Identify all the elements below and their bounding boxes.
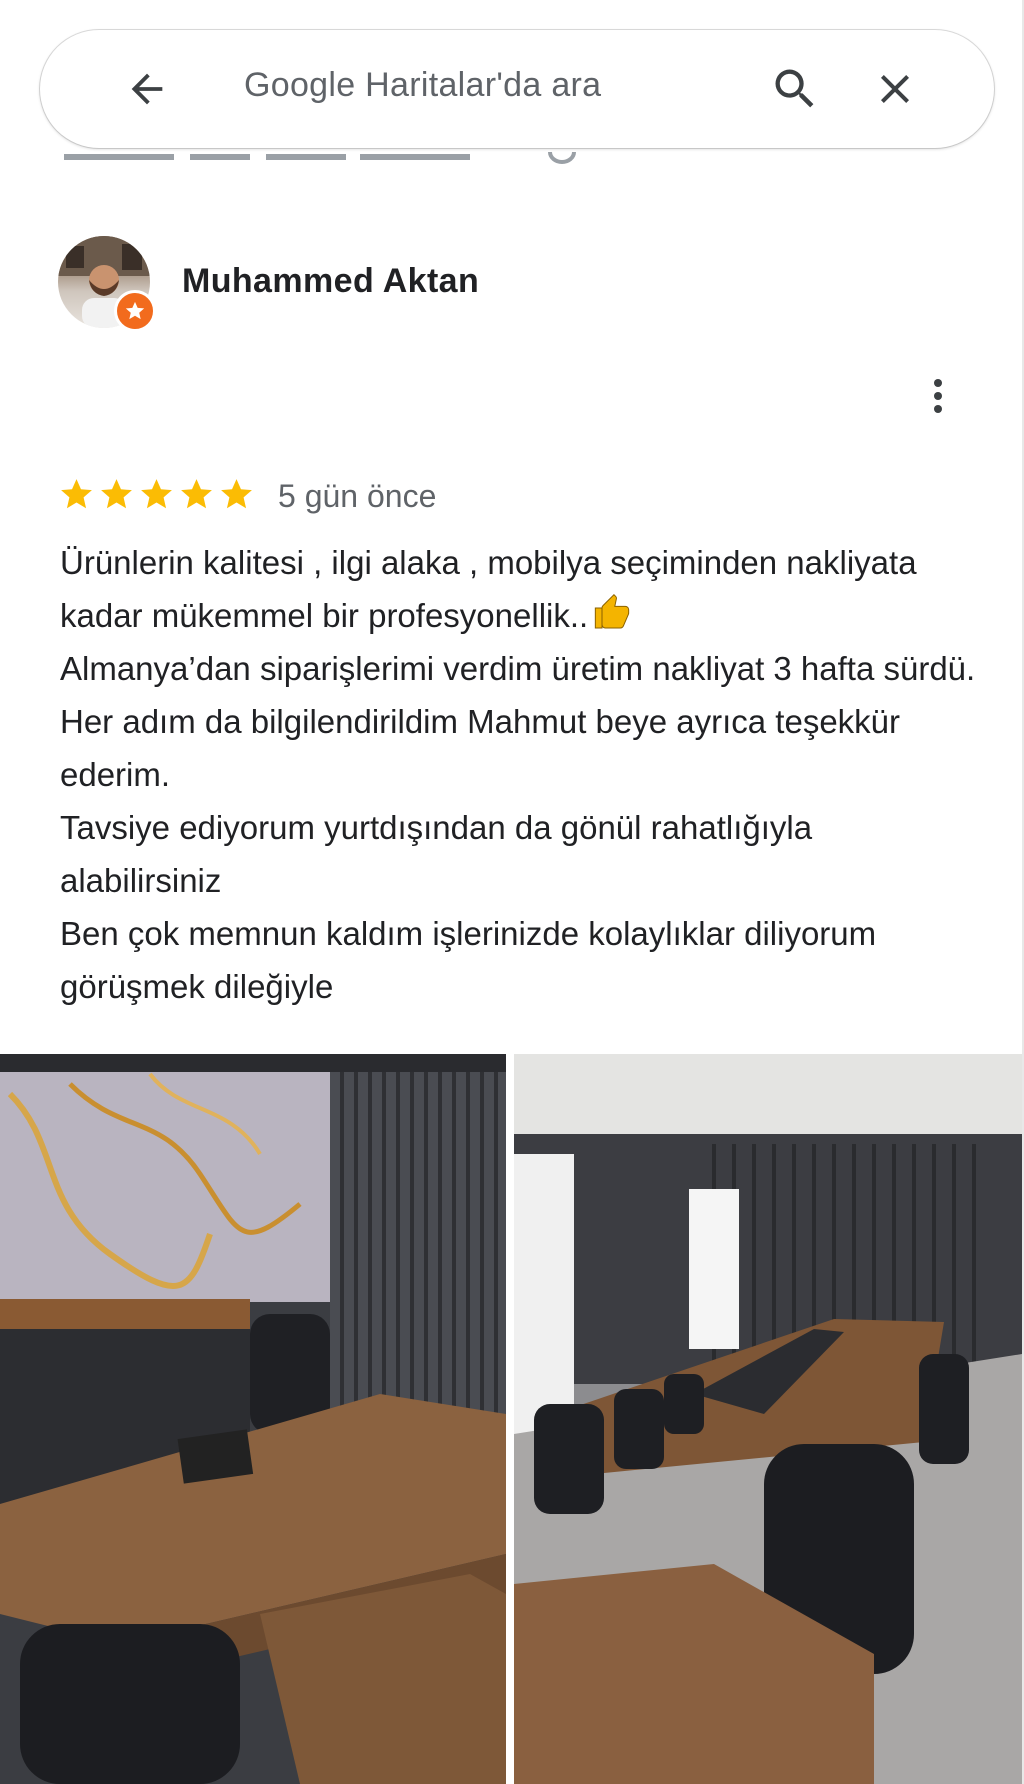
- star-badge-icon: [125, 301, 145, 320]
- review-date: 5 gün önce: [278, 478, 437, 514]
- office-desk-photo[interactable]: [0, 1054, 506, 1784]
- search-input[interactable]: Google Haritalar'da ara: [244, 66, 601, 105]
- review-paragraph: Tavsiye ediyorum yurtdışından da gönül r…: [60, 809, 813, 899]
- reviewer-name[interactable]: Muhammed Aktan: [182, 262, 479, 301]
- star-icon: [141, 479, 172, 509]
- arrow-left-icon: [131, 73, 163, 105]
- local-guide-badge: [114, 290, 156, 332]
- review-paragraph: Ben çok memnun kaldım işlerinizde kolayl…: [60, 915, 877, 1005]
- more-options-button[interactable]: [916, 366, 960, 426]
- star-icon: [61, 479, 92, 509]
- review-paragraph: Almanya’dan siparişlerimi verdim üretim …: [60, 650, 976, 793]
- meeting-room-photo[interactable]: [514, 1054, 1022, 1784]
- thumbs-up-icon: [595, 593, 630, 629]
- back-button[interactable]: [110, 52, 184, 126]
- search-bar[interactable]: Google Haritalar'da ara: [40, 30, 994, 148]
- review-text: Ürünlerin kalitesi , ilgi alaka , mobily…: [60, 536, 980, 1013]
- clipped-previous-content: [60, 150, 580, 184]
- clear-search-button[interactable]: [858, 52, 932, 126]
- star-icon: [221, 479, 252, 509]
- star-rating: [58, 476, 255, 513]
- search-icon: [775, 69, 814, 108]
- more-vert-icon: [934, 379, 942, 413]
- close-icon: [881, 75, 909, 103]
- review-page: Google Haritalar'da ara Muhammed Aktan 5…: [0, 0, 1024, 1784]
- star-icon: [181, 479, 212, 509]
- search-button[interactable]: [758, 52, 832, 126]
- star-icon: [101, 479, 132, 509]
- review-paragraph: Ürünlerin kalitesi , ilgi alaka , mobily…: [60, 544, 917, 634]
